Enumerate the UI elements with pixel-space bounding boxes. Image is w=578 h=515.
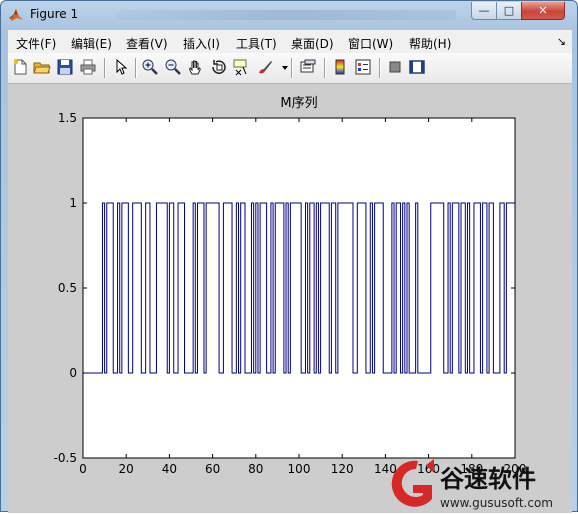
menu-window[interactable]: 窗口(W) <box>348 35 393 52</box>
x-tick-label: 40 <box>162 462 177 476</box>
gususoft-logo-icon <box>391 460 432 507</box>
menu-overflow-arrow-icon[interactable]: ↘ <box>557 35 566 48</box>
print-icon[interactable] <box>79 58 97 76</box>
colorbar-icon[interactable] <box>331 58 349 76</box>
menu-insert[interactable]: 插入(I) <box>183 35 220 52</box>
x-tick-label: 60 <box>205 462 220 476</box>
toolbar-separator <box>379 58 381 78</box>
edit-plot-arrow-icon[interactable] <box>112 58 130 76</box>
y-tick-label: 1.5 <box>58 111 77 125</box>
legend-icon[interactable] <box>354 58 372 76</box>
open-file-icon[interactable] <box>33 58 51 76</box>
link-plot-icon[interactable] <box>299 58 317 76</box>
matlab-logo-icon <box>8 7 24 23</box>
y-tick-label: -0.5 <box>54 451 77 465</box>
menu-view[interactable]: 查看(V) <box>126 35 168 52</box>
x-tick-label: 80 <box>248 462 263 476</box>
maximize-button[interactable]: □ <box>496 2 522 20</box>
toolbar-separator <box>324 58 326 78</box>
hide-plot-tools-icon[interactable] <box>386 58 404 76</box>
x-tick-label: 0 <box>79 462 87 476</box>
show-plot-tools-icon[interactable] <box>408 58 426 76</box>
x-tick-label: 20 <box>119 462 134 476</box>
y-tick-label: 0 <box>69 366 77 380</box>
save-icon[interactable] <box>56 58 74 76</box>
zoom-in-icon[interactable] <box>141 58 159 76</box>
y-tick-label: 1 <box>69 196 77 210</box>
watermark-brand: 谷速软件 <box>440 465 536 493</box>
minimize-button[interactable]: — <box>471 2 497 20</box>
x-tick-label: 100 <box>288 462 311 476</box>
zoom-out-icon[interactable] <box>164 58 182 76</box>
menu-file[interactable]: 文件(F) <box>16 35 56 52</box>
toolbar-separator <box>135 58 137 78</box>
toolbar-separator <box>104 58 106 78</box>
close-icon: ✕ <box>538 4 548 17</box>
plot-svg: M序列 0 20 40 60 80 100 120 140 160 180 200-0.500.51… <box>54 96 527 476</box>
data-cursor-icon[interactable] <box>233 58 251 76</box>
matlab-figure-window: Figure 1 — □ ✕ 文件(F) 编辑(E) 查看(V) 插入(I) 工… <box>0 0 578 513</box>
watermark-url: www.gususoft.com <box>440 496 553 510</box>
close-button[interactable]: ✕ <box>521 2 565 20</box>
y-tick-label: 0.5 <box>58 281 77 295</box>
menu-desktop[interactable]: 桌面(D) <box>291 35 334 52</box>
figure-toolbar <box>8 53 572 84</box>
toolbar-separator <box>291 58 293 78</box>
x-tick-label: 120 <box>331 462 354 476</box>
rotate-3d-icon[interactable] <box>210 58 228 76</box>
blurred-background-title <box>116 10 456 20</box>
figure-client-area: 文件(F) 编辑(E) 查看(V) 插入(I) 工具(T) 桌面(D) 窗口(W… <box>8 30 572 513</box>
maximize-icon: □ <box>503 4 515 17</box>
brush-dropdown-icon[interactable] <box>276 58 288 76</box>
minimize-icon: — <box>478 4 490 17</box>
menu-help[interactable]: 帮助(H) <box>409 35 451 52</box>
brush-icon[interactable] <box>256 58 274 76</box>
menu-tools[interactable]: 工具(T) <box>236 35 277 52</box>
new-figure-icon[interactable] <box>11 58 29 76</box>
chart-title: M序列 <box>280 96 317 111</box>
pan-hand-icon[interactable] <box>187 58 205 76</box>
title-bar[interactable]: Figure 1 — □ ✕ <box>1 1 577 29</box>
figure-canvas: M序列 0 20 40 60 80 100 120 140 160 180 200 -0.5 0 0.5 1… <box>8 84 572 513</box>
window-title: Figure 1 <box>30 7 79 21</box>
gususoft-watermark: 谷速软件 www.gususoft.com <box>380 455 578 512</box>
menu-bar: 文件(F) 编辑(E) 查看(V) 插入(I) 工具(T) 桌面(D) 窗口(W… <box>8 30 572 53</box>
menu-edit[interactable]: 编辑(E) <box>71 35 112 52</box>
